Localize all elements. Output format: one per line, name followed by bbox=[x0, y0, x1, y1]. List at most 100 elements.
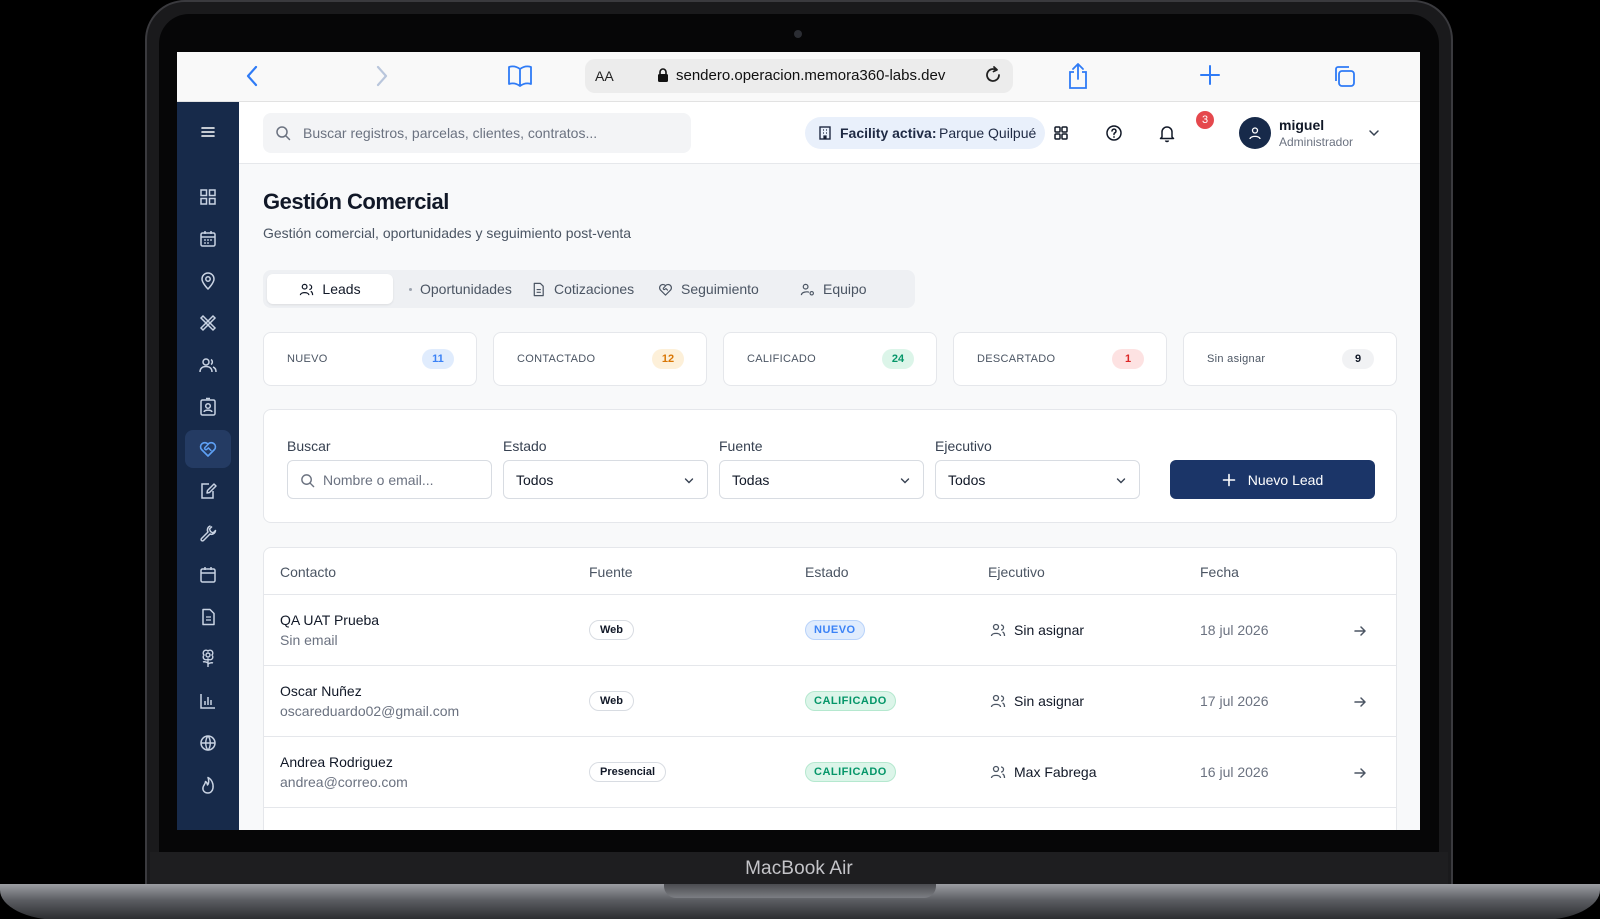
tab-label: Equipo bbox=[823, 281, 867, 297]
flame-icon bbox=[202, 776, 214, 794]
heart-handshake-icon bbox=[659, 283, 672, 296]
chevron-down-icon[interactable] bbox=[1367, 126, 1381, 140]
search-label: Buscar bbox=[287, 438, 331, 454]
contact-name: QA UAT Prueba bbox=[280, 612, 380, 628]
share-icon[interactable] bbox=[1067, 62, 1089, 96]
column-header: Estado bbox=[805, 564, 849, 580]
table-row[interactable]: QA UAT Prueba Sin email Web NUEVO Sin as… bbox=[264, 595, 1396, 666]
global-search-input[interactable]: Buscar registros, parcelas, clientes, co… bbox=[263, 113, 691, 153]
stat-card-contactado[interactable]: CONTACTADO 12 bbox=[493, 332, 707, 386]
tab-label: Cotizaciones bbox=[554, 281, 635, 297]
users-icon bbox=[199, 358, 217, 373]
tab-equipo[interactable]: Equipo bbox=[790, 274, 877, 304]
address-bar[interactable]: AA sendero.operacion.memora360-labs.dev bbox=[585, 59, 1013, 93]
back-icon[interactable] bbox=[245, 64, 259, 94]
users-icon bbox=[300, 283, 314, 295]
tab-cotizaciones[interactable]: Cotizaciones bbox=[521, 274, 644, 304]
tab-bar: Leads Oportunidades Cotizaciones Seguimi… bbox=[263, 270, 915, 308]
ruler-pencil-icon bbox=[199, 314, 217, 332]
user-icon bbox=[1249, 127, 1261, 140]
arrow-right-icon[interactable] bbox=[1352, 623, 1368, 639]
tabs-overview-icon[interactable] bbox=[1332, 64, 1356, 94]
sidebar-item-cremation[interactable] bbox=[185, 766, 231, 804]
apps-grid-icon[interactable] bbox=[1051, 123, 1071, 143]
wrench-icon bbox=[200, 525, 217, 542]
device-brand-label: MacBook Air bbox=[745, 858, 853, 879]
lead-date: 18 jul 2026 bbox=[1200, 622, 1269, 638]
tab-leads[interactable]: Leads bbox=[267, 274, 393, 304]
facility-value: Parque Quilpué bbox=[939, 125, 1037, 141]
users-icon bbox=[990, 765, 1006, 779]
sidebar-item-documents[interactable] bbox=[185, 598, 231, 636]
calendar-blank-icon bbox=[200, 567, 216, 583]
map-pin-icon bbox=[201, 272, 215, 291]
status-select-value: Todos bbox=[516, 472, 554, 488]
stat-label: CONTACTADO bbox=[517, 353, 596, 365]
laptop-mockup: AA sendero.operacion.memora360-labs.dev bbox=[0, 0, 1600, 919]
contact-email: andrea@correo.com bbox=[280, 774, 408, 790]
arrow-right-icon[interactable] bbox=[1352, 694, 1368, 710]
menu-icon[interactable] bbox=[198, 122, 218, 142]
laptop-chin: MacBook Air bbox=[150, 852, 1448, 884]
chevron-down-icon bbox=[1116, 478, 1126, 484]
document-icon bbox=[202, 608, 215, 626]
status-badge: NUEVO bbox=[805, 620, 865, 640]
bell-icon[interactable] bbox=[1157, 123, 1177, 143]
sidebar-item-reports[interactable] bbox=[185, 682, 231, 720]
executive-cell: Sin asignar bbox=[990, 622, 1084, 638]
sidebar-item-clients[interactable] bbox=[185, 346, 231, 384]
sidebar-item-tools[interactable] bbox=[185, 304, 231, 342]
sidebar-item-maintenance[interactable] bbox=[185, 514, 231, 552]
help-icon[interactable] bbox=[1104, 123, 1124, 143]
sidebar-item-schedule[interactable] bbox=[185, 556, 231, 594]
sidebar-item-contracts[interactable] bbox=[185, 472, 231, 510]
top-header: Buscar registros, parcelas, clientes, co… bbox=[239, 102, 1420, 164]
sidebar-item-contacts[interactable] bbox=[185, 388, 231, 426]
status-select[interactable]: Todos bbox=[503, 460, 708, 499]
stat-card-descartado[interactable]: DESCARTADO 1 bbox=[953, 332, 1167, 386]
global-search-placeholder: Buscar registros, parcelas, clientes, co… bbox=[303, 125, 598, 141]
stat-card-nuevo[interactable]: NUEVO 11 bbox=[263, 332, 477, 386]
tab-oportunidades[interactable]: Oportunidades bbox=[399, 274, 522, 304]
globe-icon bbox=[200, 735, 216, 751]
table-row[interactable]: Andrea Rodriguez andrea@correo.com Prese… bbox=[264, 737, 1396, 808]
contact-name: Andrea Rodriguez bbox=[280, 754, 393, 770]
arrow-right-icon[interactable] bbox=[1352, 765, 1368, 781]
stat-card-calificado[interactable]: CALIFICADO 24 bbox=[723, 332, 937, 386]
stat-label: DESCARTADO bbox=[977, 353, 1056, 365]
sidebar-item-flowers[interactable] bbox=[185, 640, 231, 678]
camera bbox=[794, 30, 802, 38]
column-header: Ejecutivo bbox=[988, 564, 1045, 580]
status-label: Estado bbox=[503, 438, 547, 454]
tab-label: Leads bbox=[322, 281, 361, 297]
calendar-icon bbox=[200, 231, 216, 247]
sidebar-item-web[interactable] bbox=[185, 724, 231, 762]
source-select[interactable]: Todas bbox=[719, 460, 924, 499]
table-row[interactable]: Oscar Nuñez oscareduardo02@gmail.com Web… bbox=[264, 666, 1396, 737]
new-tab-icon[interactable] bbox=[1199, 64, 1221, 92]
new-lead-button[interactable]: Nuevo Lead bbox=[1170, 460, 1375, 499]
sidebar-item-commercial[interactable] bbox=[185, 430, 231, 468]
facility-selector[interactable]: Facility activa: Parque Quilpué bbox=[805, 117, 1045, 149]
stat-label: NUEVO bbox=[287, 353, 328, 365]
tab-seguimiento[interactable]: Seguimiento bbox=[648, 274, 769, 304]
file-edit-icon bbox=[201, 483, 217, 499]
user-name[interactable]: miguel bbox=[1279, 117, 1324, 133]
contact-name: Oscar Nuñez bbox=[280, 683, 362, 699]
stat-label: Sin asignar bbox=[1207, 353, 1266, 365]
forward-icon[interactable] bbox=[375, 64, 389, 94]
avatar[interactable] bbox=[1239, 117, 1271, 149]
lead-search-input[interactable]: Nombre o email... bbox=[287, 460, 492, 499]
sidebar-item-calendar[interactable] bbox=[185, 220, 231, 258]
stat-card-sin-asignar[interactable]: Sin asignar 9 bbox=[1183, 332, 1397, 386]
text-size-button[interactable]: AA bbox=[595, 68, 614, 84]
status-badge: CALIFICADO bbox=[805, 762, 896, 782]
user-cog-icon bbox=[800, 283, 814, 295]
executive-select[interactable]: Todos bbox=[935, 460, 1140, 499]
contact-email: Sin email bbox=[280, 632, 338, 648]
bookmarks-icon[interactable] bbox=[507, 64, 533, 94]
tab-label: Oportunidades bbox=[420, 281, 512, 297]
sidebar-item-dashboard[interactable] bbox=[185, 178, 231, 216]
reload-icon[interactable] bbox=[983, 65, 1003, 91]
sidebar-item-locations[interactable] bbox=[185, 262, 231, 300]
